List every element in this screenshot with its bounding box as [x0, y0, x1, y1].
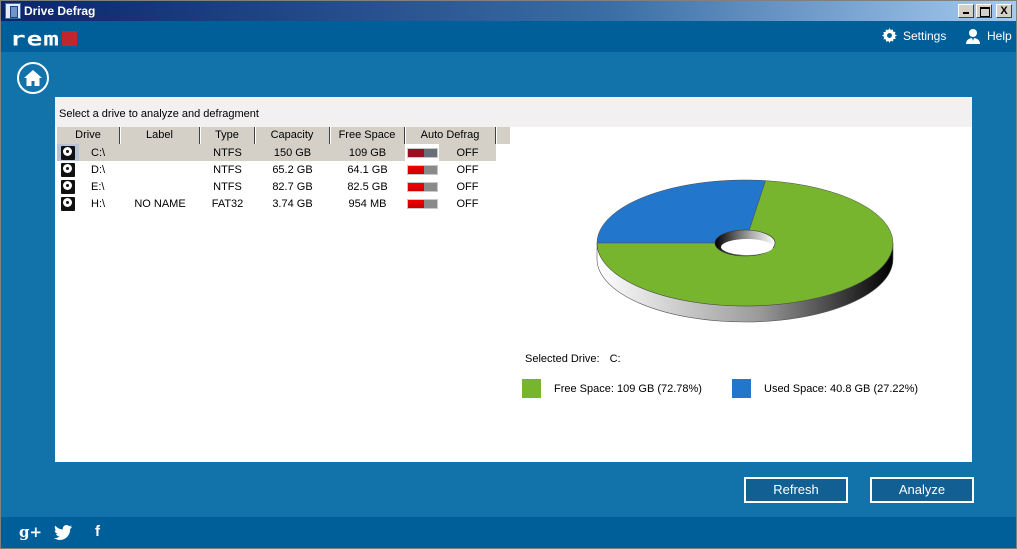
column-header-capacity[interactable]: Capacity	[255, 127, 330, 144]
auto-defrag-toggle[interactable]	[406, 147, 438, 158]
title-bar: Drive Defrag X	[1, 1, 1016, 21]
legend-free-space: Free Space: 109 GB (72.78%)	[522, 379, 702, 398]
refresh-button[interactable]: Refresh	[744, 477, 848, 503]
drive-free-space: 109 GB	[348, 146, 387, 159]
column-header-drive[interactable]: Drive	[57, 127, 120, 144]
home-icon	[24, 70, 42, 86]
drive-capacity: 65.2 GB	[272, 163, 313, 176]
drive-free-space: 82.5 GB	[347, 180, 388, 193]
settings-button[interactable]: Settings	[882, 28, 946, 43]
settings-label: Settings	[903, 28, 947, 43]
help-button[interactable]: Help	[965, 28, 1012, 44]
auto-defrag-status: OFF	[456, 146, 479, 159]
auto-defrag-toggle[interactable]	[406, 181, 438, 192]
column-header-auto-defrag[interactable]: Auto Defrag	[405, 127, 496, 144]
selected-drive-info: Selected Drive: C:	[525, 353, 621, 365]
maximize-button[interactable]	[976, 4, 992, 18]
disk-usage-pie-chart	[596, 179, 894, 323]
drive-letter: H:\	[91, 197, 106, 210]
legend-used-space: Used Space: 40.8 GB (27.22%)	[732, 379, 918, 398]
logo-square	[61, 31, 77, 46]
drive-free-space: 64.1 GB	[347, 163, 388, 176]
selected-drive-value: C:	[609, 353, 621, 365]
drive-capacity: 150 GB	[273, 146, 312, 159]
gear-icon	[882, 28, 897, 43]
drive-panel: Select a drive to analyze and defragment…	[55, 97, 972, 462]
drive-label: NO NAME	[134, 197, 186, 210]
table-header: Drive Label Type Capacity Free Space Aut…	[57, 127, 510, 144]
hard-drive-icon	[61, 196, 75, 211]
help-label: Help	[987, 29, 1012, 43]
column-header-type[interactable]: Type	[200, 127, 255, 144]
app-footer: g+ f	[1, 517, 1016, 548]
hard-drive-icon	[61, 145, 75, 160]
legend-swatch-free	[522, 379, 541, 398]
app-window: Drive Defrag X rem Settings Help Select	[0, 0, 1017, 549]
drive-letter: C:\	[91, 146, 106, 159]
auto-defrag-toggle[interactable]	[406, 164, 438, 175]
drive-capacity: 3.74 GB	[272, 197, 313, 210]
column-header-filler	[496, 127, 510, 144]
auto-defrag-toggle[interactable]	[406, 198, 438, 209]
instruction-text: Select a drive to analyze and defragment	[55, 97, 972, 127]
user-icon	[965, 28, 981, 44]
home-button[interactable]	[17, 62, 49, 94]
app-header: rem Settings Help	[1, 21, 1016, 52]
column-header-label[interactable]: Label	[120, 127, 200, 144]
column-header-free-space[interactable]: Free Space	[330, 127, 405, 144]
legend-swatch-used	[732, 379, 751, 398]
twitter-icon[interactable]	[54, 525, 72, 545]
table-row[interactable]: E:\ NTFS 82.7 GB 82.5 GB OFF	[57, 178, 510, 195]
facebook-icon[interactable]: f	[95, 523, 100, 540]
drive-type: NTFS	[213, 163, 242, 176]
selected-drive-label: Selected Drive:	[525, 353, 600, 365]
minimize-button[interactable]	[958, 4, 974, 18]
legend-free-text: Free Space: 109 GB (72.78%)	[554, 382, 702, 395]
auto-defrag-status: OFF	[456, 180, 479, 193]
hard-drive-icon	[61, 162, 75, 177]
pie-hole-inner	[721, 239, 773, 255]
drive-letter: D:\	[91, 163, 106, 176]
app-icon	[5, 3, 21, 19]
drive-table: Drive Label Type Capacity Free Space Aut…	[57, 127, 510, 212]
remo-logo: rem	[10, 27, 77, 51]
hard-drive-icon	[61, 179, 75, 194]
analyze-button[interactable]: Analyze	[870, 477, 974, 503]
drive-letter: E:\	[91, 180, 105, 193]
google-plus-icon[interactable]: g+	[19, 523, 42, 541]
table-row[interactable]: H:\ NO NAME FAT32 3.74 GB 954 MB OFF	[57, 195, 510, 212]
window-title: Drive Defrag	[24, 4, 96, 18]
drive-type: NTFS	[213, 146, 242, 159]
window-controls: X	[958, 4, 1012, 18]
drive-free-space: 954 MB	[348, 197, 387, 210]
auto-defrag-status: OFF	[456, 163, 479, 176]
close-button[interactable]: X	[996, 4, 1012, 18]
drive-type: FAT32	[211, 197, 244, 210]
legend-used-text: Used Space: 40.8 GB (27.22%)	[764, 382, 919, 395]
auto-defrag-status: OFF	[456, 197, 479, 210]
table-row[interactable]: C:\ NTFS 150 GB 109 GB OFF	[57, 144, 510, 161]
drive-type: NTFS	[213, 180, 242, 193]
logo-text: rem	[10, 28, 60, 51]
table-row[interactable]: D:\ NTFS 65.2 GB 64.1 GB OFF	[57, 161, 510, 178]
drive-capacity: 82.7 GB	[272, 180, 313, 193]
